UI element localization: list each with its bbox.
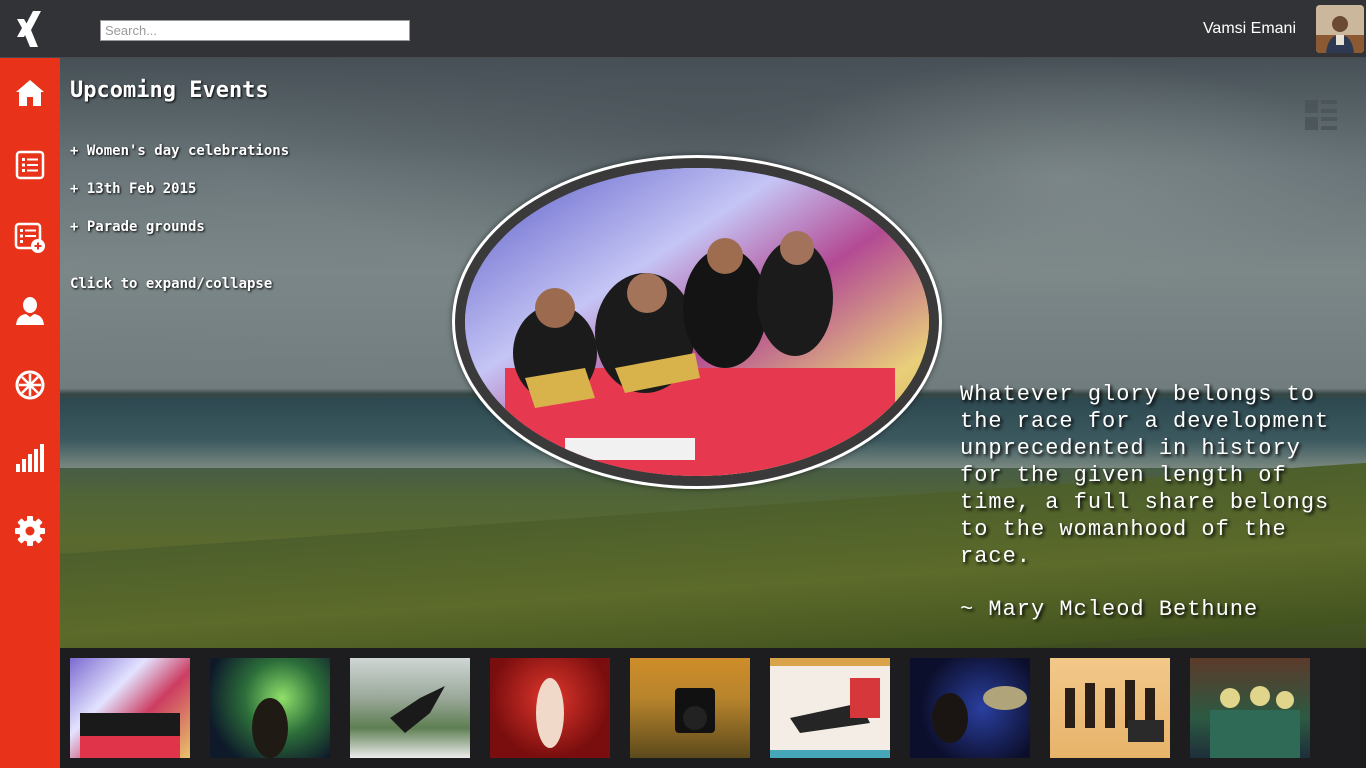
xing-logo-icon[interactable]: [0, 0, 60, 58]
grid-view-icon[interactable]: [1305, 100, 1337, 130]
quote-line: the race for a development: [960, 409, 1330, 434]
expand-collapse-toggle[interactable]: Click to expand/collapse: [70, 276, 272, 292]
wheel-icon: [15, 370, 45, 400]
sidebar-item-user[interactable]: [0, 281, 60, 341]
camera-thumbnail[interactable]: [630, 658, 750, 758]
breakdancer-thumbnail[interactable]: [350, 658, 470, 758]
sidebar: [0, 58, 60, 768]
sidebar-item-wheel[interactable]: [0, 355, 60, 415]
top-bar: Vamsi Emani: [0, 0, 1366, 58]
gear-icon: [15, 516, 45, 546]
featured-dance-photo: [465, 168, 929, 476]
user-icon: [16, 297, 44, 325]
search-input[interactable]: [100, 20, 410, 41]
hero-panel: Upcoming Events + Women's day celebratio…: [60, 58, 1366, 648]
quote-line: to the womanhood of the: [960, 517, 1287, 542]
sidebar-item-stats[interactable]: [0, 428, 60, 488]
event-line-1: + Women's day celebrations: [70, 143, 290, 159]
sidebar-item-settings[interactable]: [0, 501, 60, 561]
home-icon: [16, 80, 44, 106]
sidebar-item-list[interactable]: [0, 135, 60, 195]
sidebar-item-add-list[interactable]: [0, 208, 60, 268]
sidebar-item-home[interactable]: [0, 63, 60, 123]
quote-author: ~ Mary Mcleod Bethune: [960, 597, 1259, 622]
quote-line: time, a full share belongs: [960, 490, 1330, 515]
actor-on-floor-thumbnail[interactable]: [770, 658, 890, 758]
event-line-2: + 13th Feb 2015: [70, 181, 197, 197]
list-add-icon: [14, 222, 45, 253]
list-icon: [15, 150, 45, 180]
signal-bars-icon: [16, 444, 44, 472]
drummer-thumbnail[interactable]: [910, 658, 1030, 758]
chess-poster-thumbnail[interactable]: [1050, 658, 1170, 758]
featured-photo-frame[interactable]: [452, 155, 942, 489]
quote-text: Whatever glory belongs to the race for a…: [960, 381, 1360, 570]
user-name[interactable]: Vamsi Emani: [1203, 20, 1296, 38]
thumbnail-strip: [60, 648, 1366, 768]
quote-line: race.: [960, 544, 1032, 569]
upcoming-events-title: Upcoming Events: [70, 78, 269, 103]
dancer-red-stage-thumbnail[interactable]: [490, 658, 610, 758]
quote-line: for the given length of: [960, 463, 1287, 488]
event-line-3: + Parade grounds: [70, 219, 205, 235]
quote-line: unprecedented in history: [960, 436, 1301, 461]
guitarist-stage-thumbnail[interactable]: [210, 658, 330, 758]
friends-group-thumbnail[interactable]: [1190, 658, 1310, 758]
dance-troupe-thumbnail[interactable]: [70, 658, 190, 758]
avatar[interactable]: [1316, 5, 1364, 53]
quote-line: Whatever glory belongs to: [960, 382, 1316, 407]
